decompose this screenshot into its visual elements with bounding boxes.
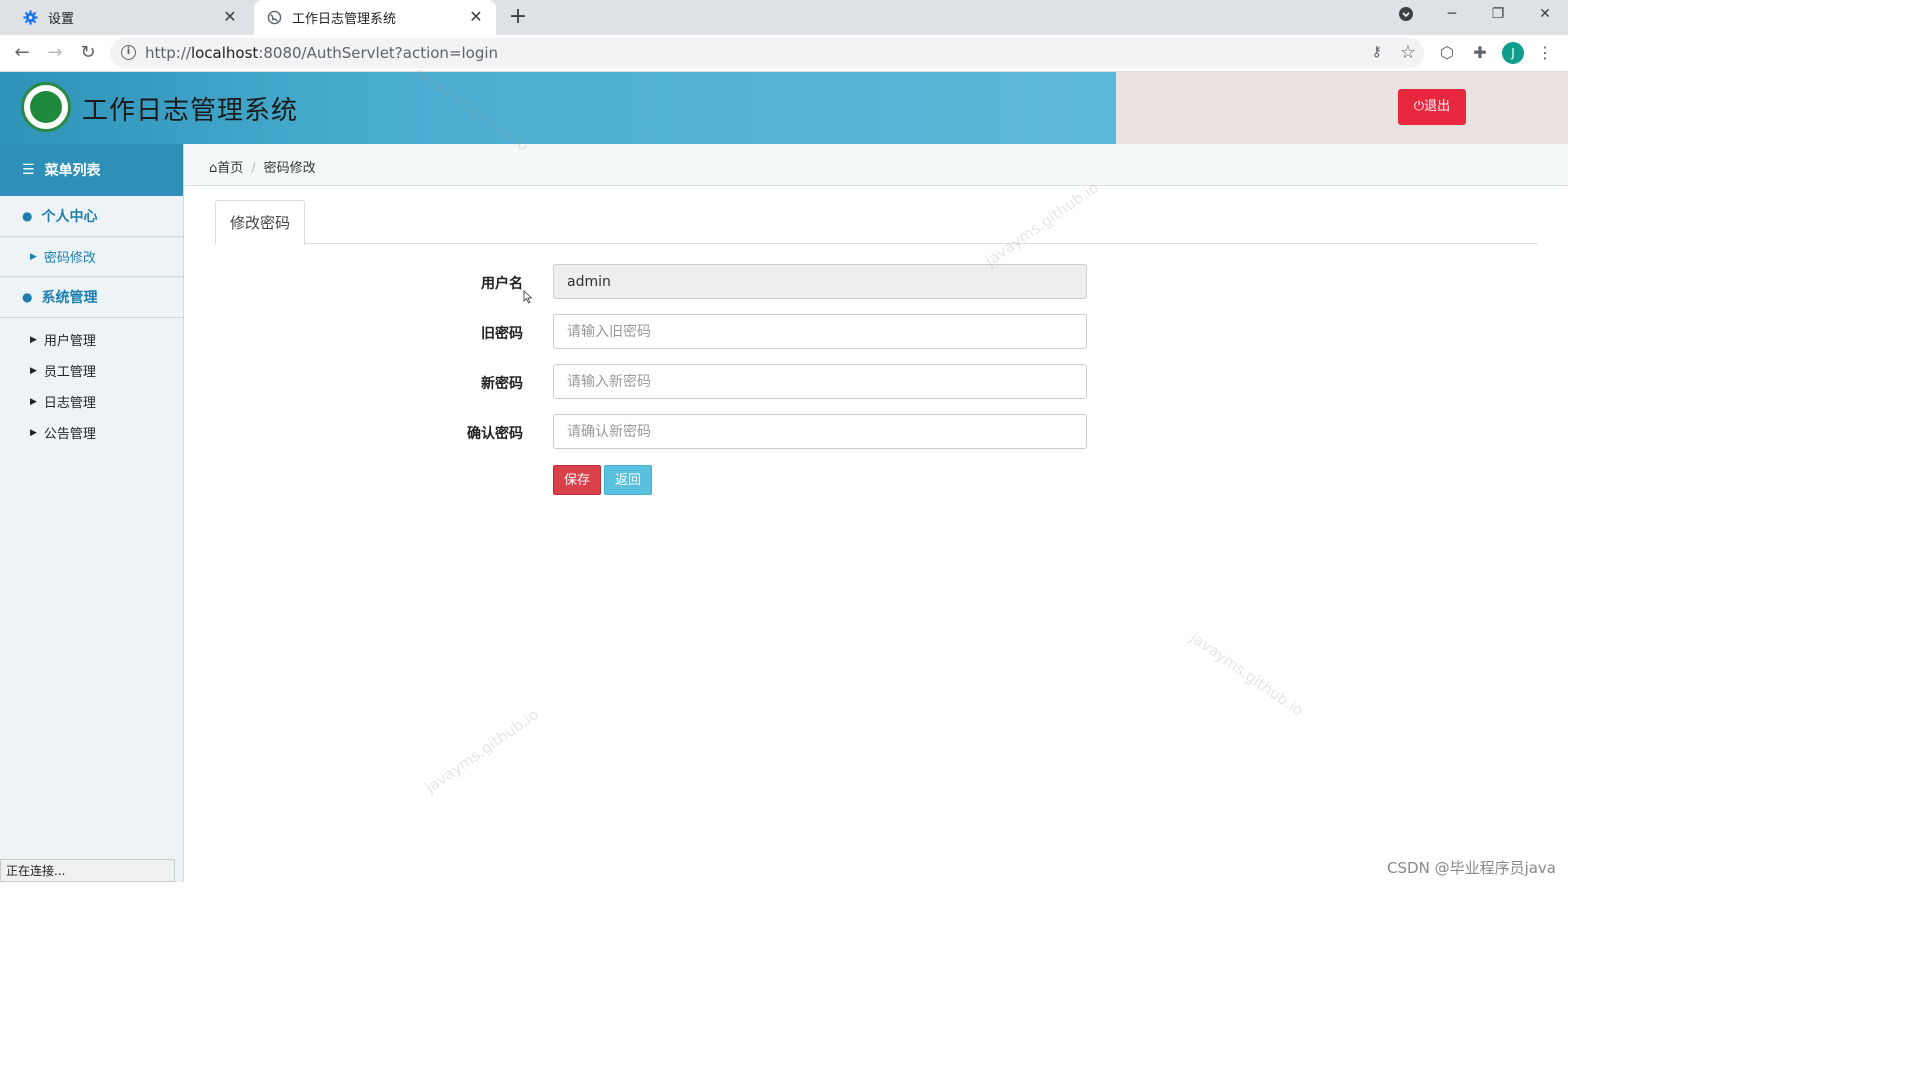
confirm-password-field[interactable]: [553, 414, 1087, 449]
browser-tab-settings[interactable]: 设置 ✕: [8, 0, 250, 35]
breadcrumb-bar: ⌂首页 / 密码修改: [185, 144, 1568, 186]
close-icon[interactable]: ✕: [222, 9, 238, 25]
university-logo: [21, 82, 71, 132]
caret-right-icon: ▶: [30, 427, 37, 438]
sidebar-item-log-management[interactable]: ▶ 日志管理: [0, 386, 183, 417]
new-tab-button[interactable]: +: [506, 6, 530, 30]
bookmark-star-icon[interactable]: ☆: [1400, 42, 1416, 63]
caret-right-icon: ▶: [30, 365, 37, 376]
sidebar: ☰ 菜单列表 ● 个人中心 ▶ 密码修改 ● 系统管理 ▶ 用户管理 ▶ 员工管…: [0, 144, 184, 882]
reload-icon[interactable]: ↻: [76, 42, 100, 66]
username-field: [553, 264, 1087, 299]
tab-change-password[interactable]: 修改密码: [215, 200, 305, 245]
puzzle-icon[interactable]: ✚: [1468, 41, 1492, 65]
forward-arrow-icon[interactable]: →: [43, 42, 67, 66]
sidebar-group-system[interactable]: ● 系统管理: [0, 277, 183, 318]
mouse-cursor-icon: [523, 290, 533, 304]
extension-icon[interactable]: ⬡: [1435, 41, 1459, 65]
sidebar-item-employee-management[interactable]: ▶ 员工管理: [0, 355, 183, 386]
watermark: javayms.github.io: [1186, 628, 1307, 720]
url-text: http://localhost:8080/AuthServlet?action…: [145, 44, 499, 62]
confirm-password-label: 确认密码: [467, 426, 523, 442]
app-title: 工作日志管理系统: [82, 96, 299, 126]
caret-right-icon: ▶: [30, 251, 37, 262]
tab-search-icon[interactable]: [1394, 6, 1418, 28]
caret-right-icon: ▶: [30, 334, 37, 345]
browser-toolbar: ← → ↻ i http://localhost:8080/AuthServle…: [0, 35, 1568, 72]
sidebar-header: ☰ 菜单列表: [0, 144, 183, 196]
username-label: 用户名: [481, 276, 523, 292]
breadcrumb-current: 密码修改: [263, 161, 316, 176]
key-icon[interactable]: ⚷: [1372, 44, 1382, 60]
restore-icon[interactable]: ❐: [1486, 6, 1510, 28]
browser-tab-app[interactable]: 工作日志管理系统 ✕: [254, 0, 496, 35]
close-icon[interactable]: ✕: [468, 9, 484, 25]
globe-icon: [266, 10, 282, 26]
tab-title: 设置: [48, 12, 75, 27]
old-password-field[interactable]: [553, 314, 1087, 349]
watermark: javayms.github.io: [421, 705, 542, 797]
sidebar-group-personal[interactable]: ● 个人中心: [0, 196, 183, 237]
csdn-credit: CSDN @毕业程序员java: [1387, 859, 1556, 877]
content-tabs: 修改密码: [215, 200, 1538, 245]
sidebar-item-user-management[interactable]: ▶ 用户管理: [0, 324, 183, 355]
old-password-label: 旧密码: [481, 326, 523, 342]
caret-right-icon: ▶: [30, 396, 37, 407]
address-bar[interactable]: i http://localhost:8080/AuthServlet?acti…: [110, 38, 1424, 68]
browser-status-bar: 正在连接...: [0, 859, 175, 882]
user-icon: ●: [22, 290, 33, 304]
power-icon: ⏻: [1413, 99, 1425, 114]
new-password-field[interactable]: [553, 364, 1087, 399]
back-button[interactable]: 返回: [604, 465, 652, 495]
breadcrumb-separator: /: [251, 161, 256, 176]
sidebar-item-notice-management[interactable]: ▶ 公告管理: [0, 417, 183, 448]
browser-tab-strip: 设置 ✕ 工作日志管理系统 ✕ + ─ ❐ ✕: [0, 0, 1568, 35]
tab-title: 工作日志管理系统: [292, 12, 397, 27]
list-icon: ☰: [22, 162, 35, 178]
info-icon[interactable]: i: [121, 45, 136, 60]
profile-avatar[interactable]: J: [1502, 42, 1524, 64]
app-header: 工作日志管理系统 ⏻退出: [0, 72, 1568, 144]
minimize-icon[interactable]: ─: [1440, 6, 1464, 28]
gear-icon: [22, 10, 38, 26]
new-password-label: 新密码: [481, 376, 523, 392]
breadcrumb: ⌂首页 / 密码修改: [209, 157, 316, 176]
more-menu-icon[interactable]: ⋮: [1533, 41, 1557, 65]
back-arrow-icon[interactable]: ←: [10, 42, 34, 66]
user-icon: ●: [22, 209, 33, 223]
logout-button[interactable]: ⏻退出: [1398, 89, 1466, 125]
save-button[interactable]: 保存: [553, 465, 601, 495]
sidebar-item-password-change[interactable]: ▶ 密码修改: [0, 237, 183, 277]
breadcrumb-home[interactable]: 首页: [217, 161, 243, 176]
window-close-icon[interactable]: ✕: [1533, 6, 1557, 28]
